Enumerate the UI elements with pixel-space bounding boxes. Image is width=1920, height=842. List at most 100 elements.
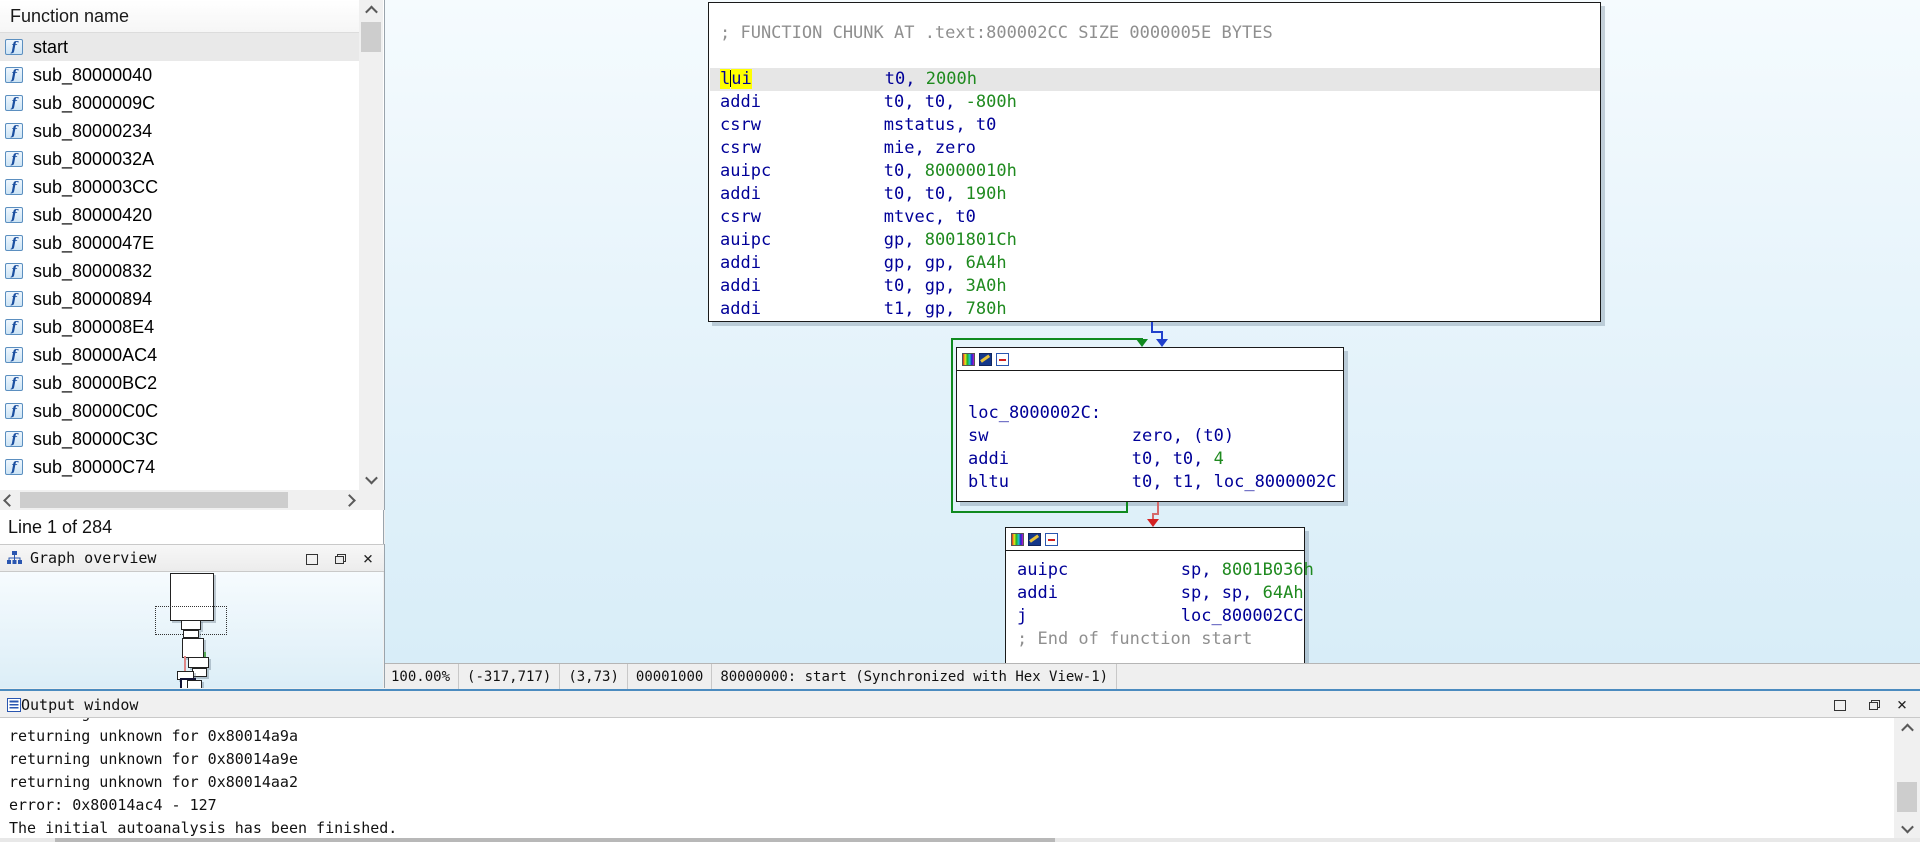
output-vertical-scrollbar[interactable]	[1894, 718, 1920, 838]
chevron-left-icon	[3, 494, 16, 507]
edit-pencil-icon[interactable]	[1028, 533, 1041, 546]
group-node-icon[interactable]	[1045, 533, 1058, 546]
graph-overview-title: Graph overview	[30, 549, 156, 567]
asm-line[interactable]: bltu t0, t1, loc_8000002C	[968, 471, 1343, 494]
asm-line[interactable]: addi t0, t0, -800h	[720, 91, 1600, 114]
function-list-item[interactable]: fsub_80000C3C	[0, 425, 359, 453]
graph-overview-titlebar[interactable]: Graph overview ×	[0, 544, 384, 572]
edge-not-taken-arrow	[1147, 519, 1159, 527]
function-list-item[interactable]: fsub_800008E4	[0, 313, 359, 341]
function-list-item[interactable]: fsub_80000C74	[0, 453, 359, 481]
color-palette-icon[interactable]	[962, 353, 975, 366]
node-titlebar[interactable]	[1006, 528, 1304, 551]
maximize-button[interactable]	[1830, 695, 1850, 715]
output-log-line[interactable]: The initial autoanalysis has been finish…	[9, 817, 397, 838]
output-log-line[interactable]: returning unknown for 0x80014a96	[9, 718, 397, 725]
scroll-down-button[interactable]	[1896, 820, 1918, 836]
output-log-line[interactable]: returning unknown for 0x80014aa2	[9, 771, 397, 794]
asm-line[interactable]	[968, 379, 1343, 402]
scroll-up-button[interactable]	[361, 2, 381, 19]
graph-node-loop[interactable]: loc_8000002C:sw zero, (t0)addi t0, t0, 4…	[956, 347, 1344, 502]
float-button[interactable]	[330, 549, 350, 569]
function-list: fstartfsub_80000040fsub_8000009Cfsub_800…	[0, 33, 359, 490]
function-list-item[interactable]: fsub_800003CC	[0, 173, 359, 201]
scrollbar-thumb[interactable]	[361, 22, 381, 52]
asm-line[interactable]: addi sp, sp, 64Ah	[1017, 582, 1304, 605]
function-list-item[interactable]: fsub_80000C0C	[0, 397, 359, 425]
output-log-line[interactable]: returning unknown for 0x80014a9a	[9, 725, 397, 748]
asm-line[interactable]: addi t0, t0, 4	[968, 448, 1343, 471]
asm-line[interactable]: ; End of function start	[1017, 628, 1304, 651]
asm-line[interactable]: ; FUNCTION CHUNK AT .text:800002CC SIZE …	[720, 22, 1600, 45]
function-icon: f	[5, 39, 23, 55]
function-name: sub_80000AC4	[33, 345, 157, 366]
asm-line[interactable]: lui t0, 2000h	[710, 68, 1600, 91]
function-name: sub_80000420	[33, 205, 152, 226]
output-log-line[interactable]: returning unknown for 0x80014a9e	[9, 748, 397, 771]
asm-line[interactable]: csrw mie, zero	[720, 137, 1600, 160]
function-list-item[interactable]: fsub_8000047E	[0, 229, 359, 257]
status-segment: 80000000: start (Synchronized with Hex V…	[712, 664, 1117, 689]
close-button[interactable]: ×	[358, 549, 378, 569]
function-list-item[interactable]: fstart	[0, 33, 359, 61]
output-log-line[interactable]: error: 0x80014ac4 - 127	[9, 794, 397, 817]
group-node-icon[interactable]	[996, 353, 1009, 366]
close-button[interactable]: ×	[1892, 695, 1912, 715]
asm-line[interactable]: addi t0, gp, 3A0h	[720, 275, 1600, 298]
function-name: sub_800008E4	[33, 317, 154, 338]
node-titlebar[interactable]	[957, 348, 1343, 371]
function-list-vertical-scrollbar[interactable]	[359, 0, 383, 490]
output-horizontal-scrollbar[interactable]	[0, 838, 1920, 842]
function-icon: f	[5, 291, 23, 307]
asm-line[interactable]: auipc sp, 8001B036h	[1017, 559, 1304, 582]
function-list-item[interactable]: fsub_80000832	[0, 257, 359, 285]
asm-line[interactable]: csrw mtvec, t0	[720, 206, 1600, 229]
dock-separator[interactable]	[0, 689, 1920, 691]
function-list-item[interactable]: fsub_80000234	[0, 117, 359, 145]
asm-line[interactable]: addi gp, gp, 6A4h	[720, 252, 1600, 275]
function-list-item[interactable]: fsub_80000420	[0, 201, 359, 229]
output-window-icon	[7, 698, 21, 712]
graph-overview-minimap[interactable]	[0, 572, 383, 688]
output-log[interactable]: returning unknown for 0x80014a96returnin…	[0, 718, 1894, 838]
function-list-item[interactable]: fsub_80000894	[0, 285, 359, 313]
scrollbar-thumb[interactable]	[55, 838, 1055, 842]
graph-node-exit[interactable]: auipc sp, 8001B036haddi sp, sp, 64Ahj lo…	[1005, 527, 1305, 663]
function-name: sub_80000C74	[33, 457, 155, 478]
function-icon: f	[5, 235, 23, 251]
asm-line[interactable]: csrw mstatus, t0	[720, 114, 1600, 137]
scrollbar-thumb[interactable]	[20, 492, 288, 508]
color-palette-icon[interactable]	[1011, 533, 1024, 546]
asm-line[interactable]: sw zero, (t0)	[968, 425, 1343, 448]
function-list-item[interactable]: fsub_8000032A	[0, 145, 359, 173]
edit-pencil-icon[interactable]	[979, 353, 992, 366]
function-list-item[interactable]: fsub_80000040	[0, 61, 359, 89]
asm-line[interactable]: loc_8000002C:	[968, 402, 1343, 425]
scrollbar-thumb[interactable]	[1897, 782, 1917, 812]
scroll-left-button[interactable]	[0, 491, 18, 509]
scroll-right-button[interactable]	[340, 491, 358, 509]
asm-line[interactable]: auipc t0, 80000010h	[720, 160, 1600, 183]
graph-status-bar: 100.00%(-317,717)(3,73)0000100080000000:…	[385, 663, 1920, 689]
maximize-button[interactable]	[302, 549, 322, 569]
status-segment: 00001000	[628, 664, 712, 689]
chevron-down-icon	[365, 472, 378, 485]
edge-loop-back	[951, 338, 1143, 340]
asm-line[interactable]	[720, 45, 1600, 68]
function-name-column-header[interactable]: Function name	[0, 0, 359, 33]
scroll-up-button[interactable]	[1896, 720, 1918, 736]
function-list-item[interactable]: fsub_8000009C	[0, 89, 359, 117]
function-list-item[interactable]: fsub_80000BC2	[0, 369, 359, 397]
float-button[interactable]	[1864, 695, 1884, 715]
asm-line[interactable]: auipc gp, 8001801Ch	[720, 229, 1600, 252]
scroll-down-button[interactable]	[361, 471, 381, 488]
asm-line[interactable]: addi t0, t0, 190h	[720, 183, 1600, 206]
asm-line[interactable]: addi t1, gp, 780h	[720, 298, 1600, 321]
disassembly-graph-view[interactable]: ; FUNCTION CHUNK AT .text:800002CC SIZE …	[385, 0, 1920, 663]
output-window-titlebar[interactable]: Output window ×	[0, 692, 1920, 718]
asm-line[interactable]: j loc_800002CC	[1017, 605, 1304, 628]
graph-node-entry[interactable]: ; FUNCTION CHUNK AT .text:800002CC SIZE …	[708, 2, 1601, 322]
function-list-item[interactable]: fsub_80000AC4	[0, 341, 359, 369]
function-name: sub_80000832	[33, 261, 152, 282]
function-list-horizontal-scrollbar[interactable]	[0, 490, 359, 510]
